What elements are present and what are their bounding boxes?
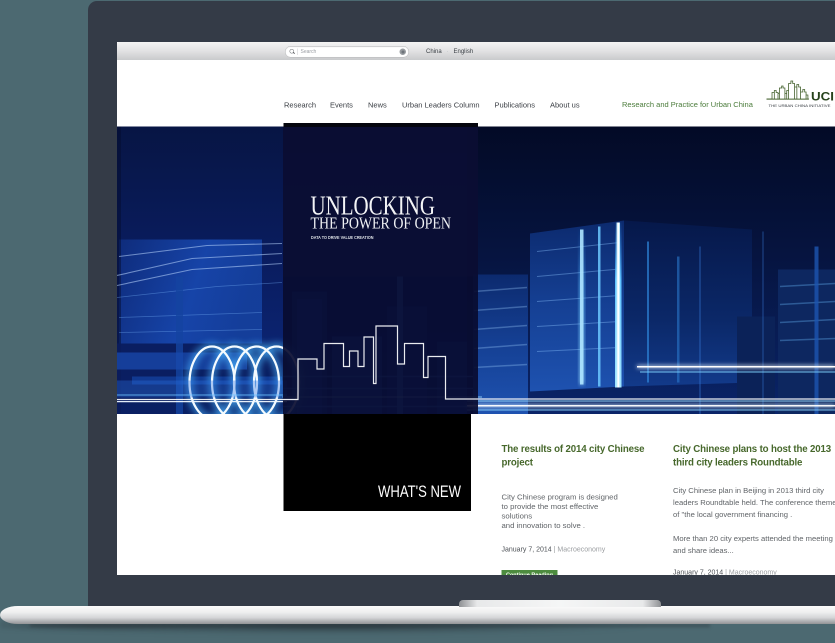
svg-text:DATA TO DRIVE VALUE CREATION: DATA TO DRIVE VALUE CREATION [311, 235, 374, 241]
svg-text:UCI: UCI [811, 92, 834, 104]
svg-text:THE POWER OF OPEN: THE POWER OF OPEN [311, 214, 452, 233]
svg-text:THE URBAN CHINA INITIATIVE: THE URBAN CHINA INITIATIVE [769, 103, 831, 108]
svg-text:WHAT'S NEW: WHAT'S NEW [378, 482, 461, 501]
